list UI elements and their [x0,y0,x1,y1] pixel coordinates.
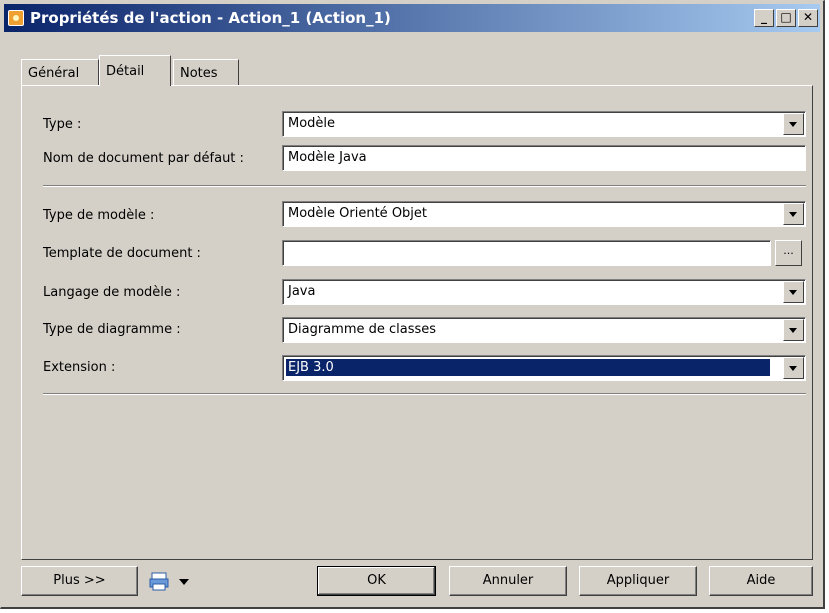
maximize-button[interactable]: □ [776,9,796,27]
chevron-down-icon[interactable] [783,203,804,225]
type-select[interactable]: Modèle [282,111,806,137]
type-label: Type : [43,117,82,132]
model-type-label: Type de modèle : [43,208,155,223]
chevron-down-icon[interactable] [783,319,804,341]
model-language-value: Java [288,284,316,299]
printer-icon [149,572,169,591]
diagram-type-label: Type de diagramme : [43,322,181,337]
properties-dialog: Propriétés de l'action - Action_1 (Actio… [0,0,825,609]
diagram-type-value: Diagramme de classes [288,322,437,337]
chevron-down-icon[interactable] [783,357,804,379]
maximize-icon: □ [780,10,792,24]
extension-select[interactable]: EJB 3.0 [282,355,806,381]
tab-detail[interactable]: Détail [99,55,171,86]
doc-template-input[interactable] [282,240,771,266]
tab-notes[interactable]: Notes [173,59,239,85]
doc-name-input[interactable]: Modèle Java [282,145,806,171]
model-language-select[interactable]: Java [282,279,806,305]
model-type-value: Modèle Orienté Objet [288,206,428,221]
title-bar[interactable]: Propriétés de l'action - Action_1 (Actio… [4,4,820,32]
ok-button[interactable]: OK [317,566,436,596]
browse-button[interactable]: ... [775,240,802,266]
apply-button[interactable]: Appliquer [579,566,697,596]
help-button[interactable]: Aide [709,566,813,596]
tab-general[interactable]: Général [21,59,99,85]
extension-value: EJB 3.0 [286,359,770,376]
chevron-down-icon[interactable] [783,281,804,303]
minimize-button[interactable]: _ [754,9,774,27]
close-icon: ✕ [802,10,814,24]
doc-template-label: Template de document : [43,246,201,261]
chevron-down-icon[interactable] [783,113,804,135]
close-button[interactable]: ✕ [798,9,818,27]
minimize-icon: _ [761,10,767,24]
separator [43,185,806,187]
extension-label: Extension : [43,360,116,375]
diagram-type-select[interactable]: Diagramme de classes [282,317,806,343]
action-icon [8,10,24,26]
separator [43,393,806,395]
print-menu-button[interactable] [149,571,207,593]
chevron-down-icon [179,579,189,585]
doc-name-value: Modèle Java [288,150,367,165]
more-button[interactable]: Plus >> [21,566,138,596]
doc-name-label: Nom de document par défaut : [43,151,244,166]
type-value: Modèle [288,116,336,131]
window-title: Propriétés de l'action - Action_1 (Actio… [30,9,391,27]
cancel-button[interactable]: Annuler [449,566,567,596]
model-type-select[interactable]: Modèle Orienté Objet [282,201,806,227]
model-language-label: Langage de modèle : [43,285,181,300]
